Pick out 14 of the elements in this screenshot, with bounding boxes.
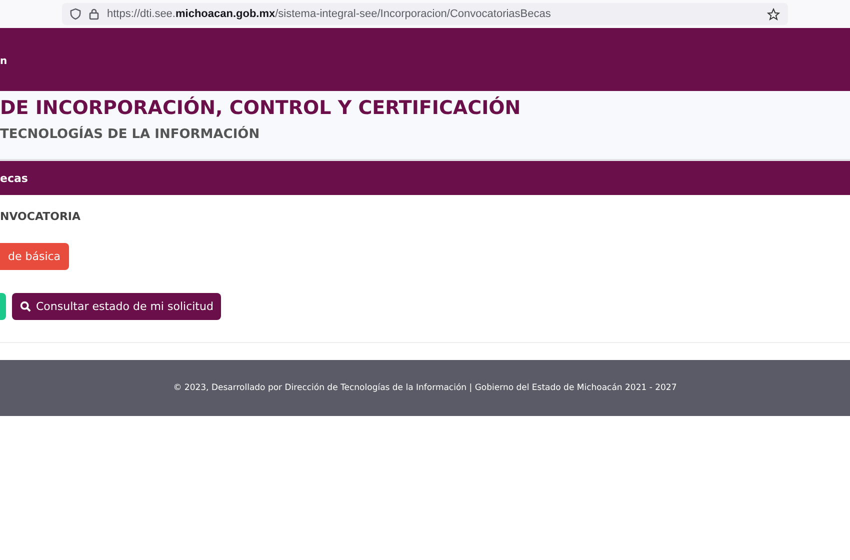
logo-text: n xyxy=(0,56,8,67)
star-icon[interactable] xyxy=(767,8,780,20)
section-heading: NVOCATORIA xyxy=(0,210,82,223)
footer-text: © 2023, Desarrollado por Dirección de Tecnologías de la Información | Gobierno del Estado de Michoacán 2021 - 2027 xyxy=(173,383,677,393)
url-text: https://dti.see.michoacan.gob.mx/sistema-integral-see/Incorporacion/ConvocatoriasBecas xyxy=(107,8,552,20)
lock-icon[interactable] xyxy=(89,8,99,20)
button[interactable]: Consultar estado de mi solicitud xyxy=(12,293,222,320)
section-title: ecas xyxy=(0,172,28,184)
shield-icon[interactable] xyxy=(70,8,81,20)
address-bar[interactable]: https://dti.see.michoacan.gob.mx/sistema-integral-see/Incorporacion/ConvocatoriasBecas xyxy=(62,3,788,25)
page-title: DE INCORPORACIÓN, CONTROL Y CERTIFICACIÓN xyxy=(0,95,522,121)
search-icon xyxy=(20,301,31,312)
button[interactable]: de básica xyxy=(0,243,69,270)
page-subtitle: TECNOLOGÍAS DE LA INFORMACIÓN xyxy=(0,127,261,142)
